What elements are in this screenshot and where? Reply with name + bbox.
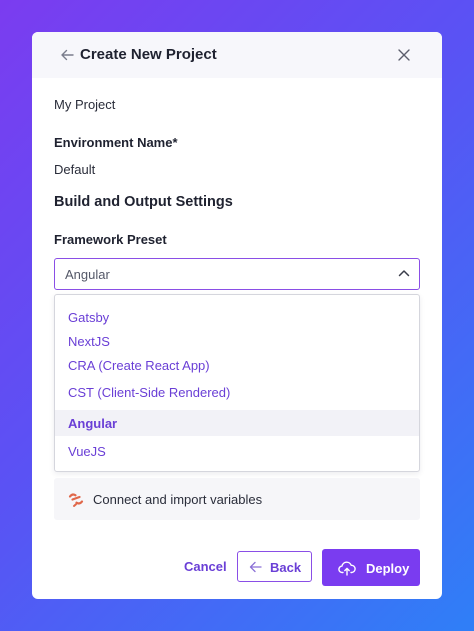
environment-name-label: Environment Name* [54, 135, 178, 150]
option-label: Gatsby [68, 310, 110, 325]
framework-preset-value: Angular [65, 267, 110, 282]
framework-dropdown: Gatsby NextJS CRA (Create React App) CST… [54, 294, 420, 472]
close-icon[interactable] [398, 49, 410, 61]
option-cra[interactable]: CRA (Create React App) [55, 353, 419, 377]
option-nextjs[interactable]: NextJS [55, 329, 419, 353]
option-label: Angular [68, 416, 118, 431]
chevron-up-icon[interactable] [398, 269, 410, 277]
project-name: My Project [54, 97, 116, 112]
environment-name-value: Default [54, 162, 96, 177]
framework-preset-select[interactable]: Angular [54, 258, 420, 290]
option-gatsby[interactable]: Gatsby [55, 305, 419, 329]
create-project-modal: Create New Project My Project Environmen… [32, 32, 442, 599]
option-vuejs[interactable]: VueJS [55, 439, 419, 463]
link-icon [68, 493, 84, 507]
option-label: NextJS [68, 334, 110, 349]
connect-variables-row[interactable]: Connect and import variables [54, 478, 420, 520]
deploy-button[interactable]: Deploy [322, 549, 420, 586]
arrow-left-icon[interactable] [60, 48, 74, 62]
deploy-button-label: Deploy [366, 561, 410, 576]
modal-title: Create New Project [80, 46, 217, 63]
modal-header: Create New Project [32, 32, 442, 78]
option-cst[interactable]: CST (Client-Side Rendered) [55, 380, 419, 404]
option-label: CST (Client-Side Rendered) [68, 385, 231, 400]
option-label: VueJS [68, 444, 106, 459]
cloud-upload-icon [338, 561, 356, 576]
option-angular[interactable]: Angular [55, 410, 419, 436]
option-label: CRA (Create React App) [68, 358, 210, 373]
cancel-button[interactable]: Cancel [184, 559, 227, 574]
back-button-label: Back [270, 560, 302, 575]
framework-preset-label: Framework Preset [54, 232, 167, 247]
back-button[interactable]: Back [237, 551, 312, 582]
arrow-left-icon [249, 561, 262, 573]
build-settings-title: Build and Output Settings [54, 194, 233, 210]
connect-variables-label: Connect and import variables [93, 492, 263, 507]
